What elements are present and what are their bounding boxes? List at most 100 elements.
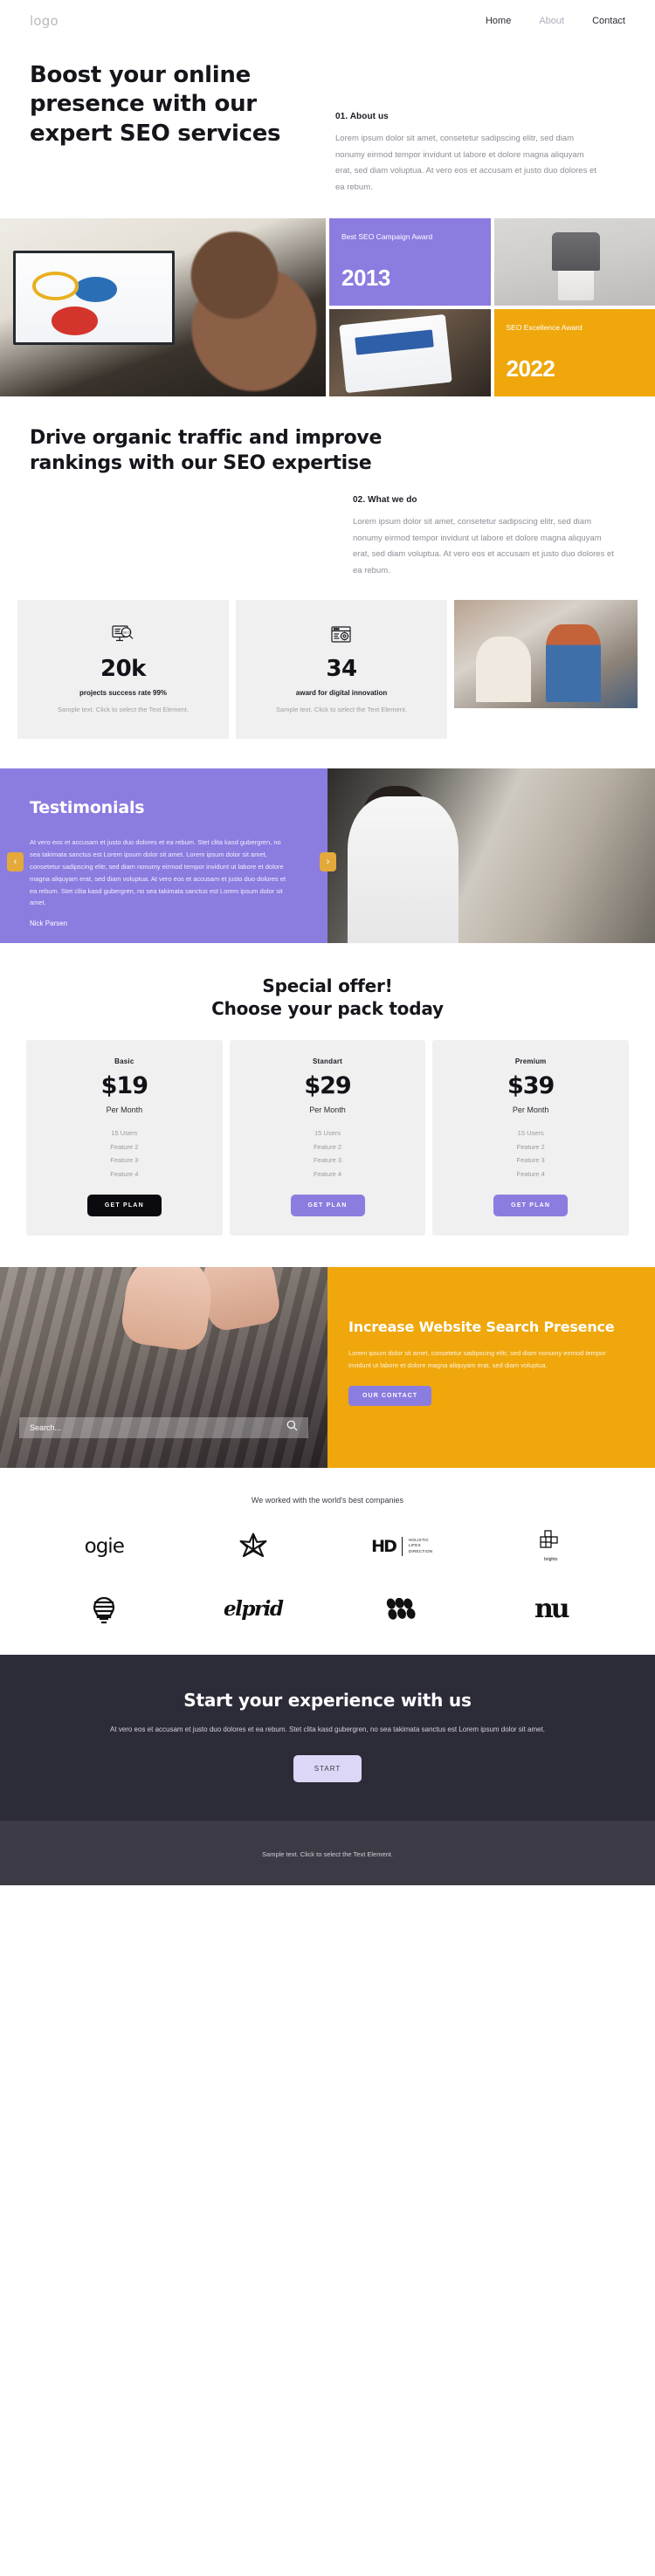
browser-gear-icon (250, 623, 433, 647)
testimonial-next-button[interactable]: › (320, 852, 336, 872)
award-year: 2013 (341, 265, 390, 292)
award-label: Best SEO Campaign Award (341, 232, 433, 242)
nav-item-about[interactable]: About (539, 16, 564, 26)
page-root: logo Home About Contact Boost your onlin… (0, 0, 655, 1885)
logo-divider (401, 1536, 403, 1556)
pricing-plans: Basic $19 Per Month 15 Users Feature 2 F… (26, 1039, 630, 1236)
plan-feature: Feature 4 (110, 1170, 139, 1179)
nav-item-contact[interactable]: Contact (592, 16, 625, 26)
hd-sub-1: HOLISTIC (408, 1537, 430, 1542)
what-we-do-kicker: 02. What we do (353, 495, 417, 506)
svg-text:SEO: SEO (122, 630, 129, 635)
presence-content: Increase Website Search Presence Lorem i… (328, 1266, 655, 1468)
chevron-left-icon: ‹ (13, 856, 17, 867)
plan-features: 15 Users Feature 2 Feature 3 Feature 4 (445, 1126, 617, 1181)
what-we-do-section: Drive organic traffic and improve rankin… (0, 396, 655, 579)
plan-feature: Feature 3 (516, 1156, 545, 1165)
plan-name: Premium (514, 1057, 547, 1065)
photo-tablet-analytics (329, 309, 491, 397)
cta-copy: At vero eos et accusam et justo duo dolo… (109, 1725, 546, 1733)
presence-section: Search... Increase Website Search Presen… (0, 1266, 655, 1468)
pricing-card-premium: Premium $39 Per Month 15 Users Feature 2… (432, 1039, 630, 1236)
award-label: SEO Excellence Award (506, 323, 583, 333)
what-we-do-block: 02. What we do Lorem ipsum dolor sit ame… (353, 495, 625, 579)
presence-title: Increase Website Search Presence (348, 1318, 615, 1335)
page-title: Boost your online presence with our expe… (30, 62, 281, 147)
plan-feature: 15 Users (517, 1128, 544, 1137)
flower-star-logo (238, 1527, 268, 1566)
start-button[interactable]: START (293, 1754, 362, 1782)
search-input[interactable]: Search... (19, 1416, 308, 1438)
plan-name: Basic (114, 1057, 134, 1065)
hero-section: Boost your online presence with our expe… (0, 42, 655, 196)
plan-period: Per Month (309, 1105, 346, 1114)
photo-team-collaboration (454, 600, 638, 709)
partner-logo-grid: ogie HD HOLISTIC LIFES DIRECTION brighto… (30, 1527, 625, 1629)
nav-item-home[interactable]: Home (486, 16, 511, 26)
hero-about-block: 01. About us Lorem ipsum dolor sit amet,… (335, 61, 625, 196)
plan-feature: 15 Users (314, 1128, 341, 1137)
plan-name: Standart (312, 1057, 343, 1065)
pricing-section: Special offer! Choose your pack today Ba… (0, 943, 655, 1267)
section-title-what-we-do: Drive organic traffic and improve rankin… (30, 427, 383, 474)
stat-description: Sample text. Click to select the Text El… (58, 706, 189, 714)
plan-features: 15 Users Feature 2 Feature 3 Feature 4 (242, 1126, 414, 1181)
cta-title: Start your experience with us (183, 1689, 472, 1711)
pricing-card-basic: Basic $19 Per Month 15 Users Feature 2 F… (26, 1039, 223, 1236)
dots-cluster-logo (386, 1590, 417, 1629)
elprid-script-logo: elprid (224, 1597, 284, 1622)
stat-card: 34 award for digital innovation Sample t… (236, 600, 447, 740)
testimonial-quote: At vero eos et accusam et justo duo dolo… (30, 838, 286, 907)
plan-price: $19 (100, 1071, 148, 1099)
main-navigation: Home About Contact (486, 16, 625, 26)
site-footer: Sample text. Click to select the Text El… (0, 1820, 655, 1885)
plan-feature: Feature 2 (516, 1142, 545, 1151)
site-header: logo Home About Contact (0, 0, 655, 42)
photo-analyst-at-monitor (0, 218, 326, 397)
stat-card: SEO 20k projects success rate 99% Sample… (17, 600, 229, 740)
plan-feature: 15 Users (111, 1128, 138, 1137)
photo-hands-typing-keyboard: Search... (0, 1266, 328, 1468)
get-plan-button-standart[interactable]: GET PLAN (290, 1194, 365, 1216)
stat-label: award for digital innovation (295, 689, 388, 698)
nu-serif-logo: nu (534, 1594, 570, 1625)
photo-model-sitting (493, 218, 655, 307)
plan-feature: Feature 2 (110, 1142, 139, 1151)
testimonials-heading: Testimonials (30, 798, 145, 818)
chevron-right-icon: › (326, 856, 330, 867)
stat-number: 20k (100, 656, 146, 683)
partners-section: We worked with the world's best companie… (0, 1467, 655, 1655)
plan-feature: Feature 4 (313, 1170, 342, 1179)
plan-feature: Feature 4 (516, 1170, 545, 1179)
plan-period: Per Month (512, 1105, 549, 1114)
plan-feature: Feature 3 (313, 1156, 342, 1165)
plan-features: 15 Users Feature 2 Feature 3 Feature 4 (38, 1126, 210, 1181)
get-plan-button-premium[interactable]: GET PLAN (493, 1194, 569, 1216)
stat-label: projects success rate 99% (79, 689, 168, 698)
presence-copy: Lorem ipsum dolor sit amet, consetetur s… (348, 1348, 606, 1369)
award-year: 2022 (506, 355, 555, 382)
about-kicker: 01. About us (335, 112, 389, 121)
pricing-title-line2: Choose your pack today (211, 998, 444, 1020)
our-contact-button[interactable]: OUR CONTACT (348, 1385, 432, 1406)
footer-text: Sample text. Click to select the Text El… (262, 1849, 393, 1858)
get-plan-button-basic[interactable]: GET PLAN (86, 1194, 162, 1216)
ogie-logo: ogie (84, 1534, 125, 1558)
awards-grid: Best SEO Campaign Award 2013 SEO Excelle… (0, 218, 655, 397)
hd-sub-2: LIFES (408, 1543, 421, 1548)
stats-row: SEO 20k projects success rate 99% Sample… (0, 600, 655, 740)
testimonial-author: Nick Parsen (30, 920, 68, 928)
plan-price: $29 (304, 1071, 351, 1099)
award-card-2022[interactable]: SEO Excellence Award 2022 (493, 309, 655, 397)
cta-section: Start your experience with us At vero eo… (0, 1654, 655, 1821)
award-card-2013[interactable]: Best SEO Campaign Award 2013 (329, 218, 491, 307)
plan-feature: Feature 3 (110, 1156, 139, 1165)
testimonial-prev-button[interactable]: ‹ (7, 852, 24, 872)
about-copy: Lorem ipsum dolor sit amet, consetetur s… (335, 134, 596, 192)
magnifier-icon[interactable] (286, 1420, 298, 1436)
pricing-card-standart: Standart $29 Per Month 15 Users Feature … (229, 1039, 426, 1236)
plan-period: Per Month (106, 1105, 143, 1114)
plan-price: $39 (507, 1071, 555, 1099)
search-placeholder: Search... (30, 1422, 62, 1432)
site-logo[interactable]: logo (30, 13, 59, 29)
